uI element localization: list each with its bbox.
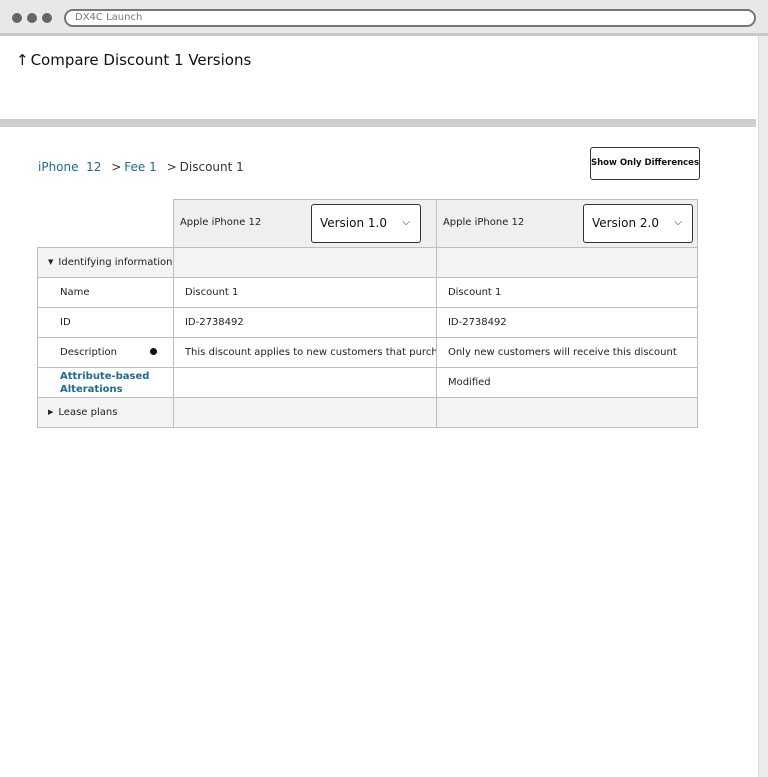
section-label: Lease plans bbox=[58, 407, 118, 418]
caret-right-icon: ▶ bbox=[48, 408, 54, 416]
version-select-1[interactable]: Version 1.0 ⌵ bbox=[310, 204, 421, 243]
page-title-text: Compare Discount 1 Versions bbox=[30, 51, 252, 69]
header-spacer bbox=[37, 199, 174, 248]
back-arrow-icon[interactable]: ↑ bbox=[16, 51, 29, 69]
row-value-text: This discount applies to new customers t… bbox=[184, 347, 436, 358]
attribute-alterations-link[interactable]: Attribute-based Alterations bbox=[60, 370, 172, 396]
breadcrumb-separator: > bbox=[166, 160, 177, 174]
row-value-v1: Discount 1 bbox=[172, 277, 437, 308]
show-only-differences-button[interactable]: Show Only Differences bbox=[590, 147, 700, 180]
version-select-2[interactable]: Version 2.0 ⌵ bbox=[582, 204, 693, 243]
changed-indicator-icon bbox=[149, 348, 157, 355]
breadcrumb-fee-link[interactable]: Fee 1 bbox=[124, 160, 156, 174]
window-maximize-dot[interactable] bbox=[42, 13, 52, 23]
section-label: Identifying information bbox=[58, 257, 173, 268]
section-lease-plans[interactable]: ▶ Lease plans bbox=[37, 397, 699, 428]
table-row-attribute-alterations: Attribute-based Alterations Modified bbox=[37, 367, 699, 398]
vertical-scrollbar[interactable] bbox=[758, 36, 768, 777]
breadcrumb: iPhone 12 > Fee 1 > Discount 1 bbox=[38, 160, 244, 174]
version-header-row: Apple iPhone 12 Version 1.0 ⌵ Apple iPho… bbox=[37, 199, 699, 248]
column-product-name: Apple iPhone 12 bbox=[179, 217, 262, 228]
row-value-v2: Modified bbox=[435, 367, 699, 398]
section-cell bbox=[435, 397, 699, 428]
breadcrumb-product-link[interactable]: iPhone 12 bbox=[38, 160, 101, 174]
breadcrumb-separator: > bbox=[111, 160, 122, 174]
row-label: Description bbox=[37, 337, 174, 368]
table-row-name: Name Discount 1 Discount 1 bbox=[37, 277, 699, 308]
version-select-value: Version 2.0 bbox=[591, 216, 659, 230]
section-cell bbox=[435, 247, 699, 278]
section-toggle[interactable]: ▼ Identifying information bbox=[37, 247, 174, 278]
breadcrumb-current: Discount 1 bbox=[179, 160, 244, 174]
row-label-text: Description bbox=[60, 347, 117, 358]
section-identifying-information[interactable]: ▼ Identifying information bbox=[37, 247, 699, 278]
row-value-v2: ID-2738492 bbox=[435, 307, 699, 338]
row-label: Name bbox=[37, 277, 174, 308]
chevron-down-icon: ⌵ bbox=[402, 217, 410, 228]
section-cell bbox=[172, 247, 437, 278]
row-value-v1: ID-2738492 bbox=[172, 307, 437, 338]
chevron-down-icon: ⌵ bbox=[674, 217, 682, 228]
table-row-description: Description This discount applies to new… bbox=[37, 337, 699, 368]
version-select-value: Version 1.0 bbox=[319, 216, 387, 230]
browser-toolbar: DX4C Launch bbox=[0, 0, 768, 36]
header-divider bbox=[0, 119, 756, 127]
window-close-dot[interactable] bbox=[12, 13, 22, 23]
column-product-name: Apple iPhone 12 bbox=[442, 217, 525, 228]
row-value-v1 bbox=[172, 367, 437, 398]
row-value-v1: This discount applies to new customers t… bbox=[172, 337, 437, 368]
page-title: ↑ Compare Discount 1 Versions bbox=[16, 51, 251, 69]
caret-down-icon: ▼ bbox=[48, 258, 54, 266]
row-value-v2: Discount 1 bbox=[435, 277, 699, 308]
version-column-1: Apple iPhone 12 Version 1.0 ⌵ bbox=[172, 199, 437, 248]
comparison-table: Apple iPhone 12 Version 1.0 ⌵ Apple iPho… bbox=[37, 199, 699, 428]
table-row-id: ID ID-2738492 ID-2738492 bbox=[37, 307, 699, 338]
row-label-link[interactable]: Attribute-based Alterations bbox=[37, 367, 174, 398]
row-label: ID bbox=[37, 307, 174, 338]
version-column-2: Apple iPhone 12 Version 2.0 ⌵ bbox=[435, 199, 699, 248]
window-minimize-dot[interactable] bbox=[27, 13, 37, 23]
address-bar[interactable]: DX4C Launch bbox=[64, 9, 756, 27]
section-toggle[interactable]: ▶ Lease plans bbox=[37, 397, 174, 428]
row-value-v2: Only new customers will receive this dis… bbox=[435, 337, 699, 368]
section-cell bbox=[172, 397, 437, 428]
